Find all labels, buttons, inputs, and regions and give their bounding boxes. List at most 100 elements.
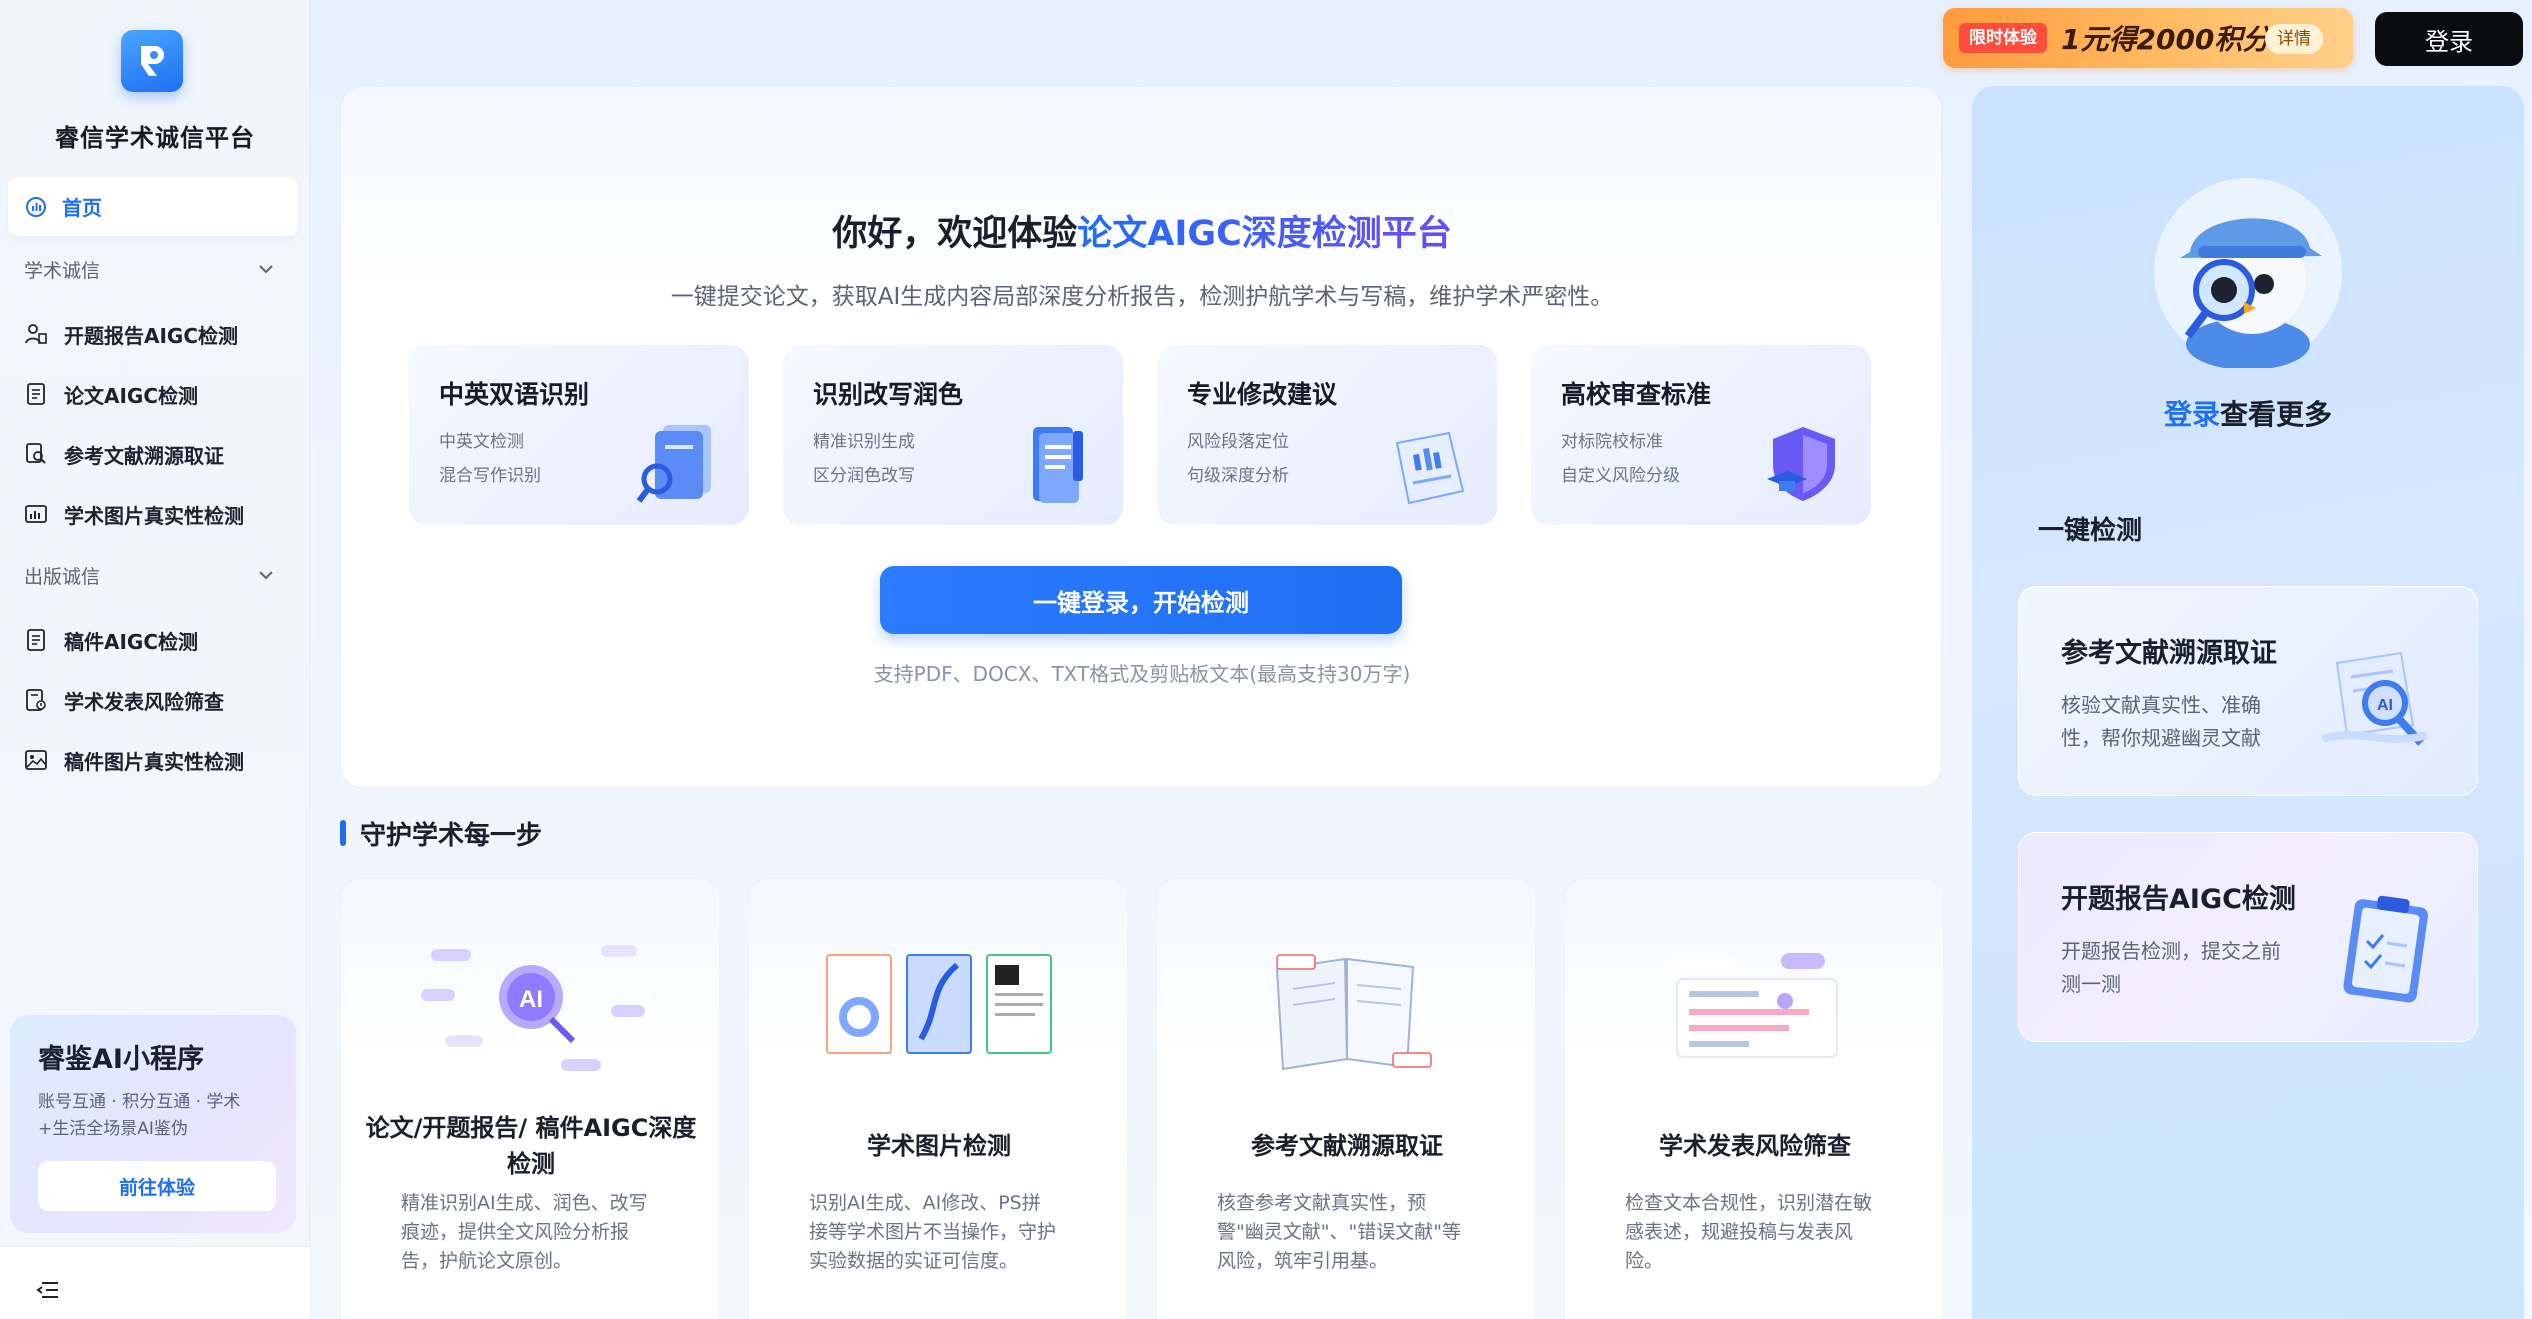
collapse-menu-icon[interactable] <box>36 1280 60 1300</box>
feature-line: 对标院校标准 <box>1561 432 1663 452</box>
feature-line: 风险段落定位 <box>1187 432 1289 452</box>
service-title: 参考文献溯源取证 <box>1251 1132 1443 1160</box>
service-desc: 核查参考文献真实性，预警"幽灵文献"、"错误文献"等风险，筑牢引用基。 <box>1217 1192 1461 1272</box>
document-stack-icon <box>1033 427 1083 503</box>
promo-text: 1元得2000积分 <box>2061 23 2271 56</box>
feature-card-bilingual: 中英双语识别 中英文检测 混合写作识别 <box>409 345 749 525</box>
hero-panel: 你好，欢迎体验论文AIGC深度检测平台 一键提交论文，获取AI生成内容局部深度分… <box>340 86 1942 788</box>
quick-card-desc: 开题报告检测，提交之前测一测 <box>2061 939 2281 996</box>
document-icon <box>27 383 45 405</box>
hero-subtitle: 一键提交论文，获取AI生成内容局部深度分析报告，检测护航学术与写稿，维护学术严密… <box>670 284 1614 310</box>
service-desc: 精准识别AI生成、润色、改写痕迹，提供全文风险分析报告，护航论文原创。 <box>401 1192 648 1272</box>
person-doc-icon <box>25 324 47 344</box>
mini-program-desc: 账号互通 · 积分互通 · 学术+生活全场景AI鉴伪 <box>38 1092 241 1139</box>
nav-group-label: 出版诚信 <box>24 565 101 588</box>
picture-icon <box>25 750 47 770</box>
quick-card-title: 参考文献溯源取证 <box>2061 638 2277 669</box>
open-book-illustration <box>1275 954 1432 1071</box>
dashboard-icon <box>26 196 46 217</box>
ai-magnifier-doc-icon: AI <box>2321 651 2429 746</box>
section-accent-bar <box>340 820 346 846</box>
service-desc: 检查文本合规性，识别潜在敏感表述，规避投稿与发表风险。 <box>1625 1192 1873 1272</box>
try-mini-program-button[interactable]: 前往体验 <box>38 1161 276 1211</box>
sidebar-item-reference-trace[interactable]: 参考文献溯源取证 <box>24 434 294 474</box>
sidebar-item-image-authenticity[interactable]: 学术图片真实性检测 <box>24 494 294 534</box>
sidebar-item-label: 稿件AIGC检测 <box>64 629 199 654</box>
detective-mascot-image <box>2154 178 2342 368</box>
feature-title: 专业修改建议 <box>1187 380 1338 409</box>
right-panel: 登录查看更多 一键检测 参考文献溯源取证 核验文献真实性、准确性，帮你规避幽灵文… <box>1972 86 2524 1319</box>
feature-title: 识别改写润色 <box>813 380 964 409</box>
service-card-aigc[interactable]: AI 论文/开题报告/ 稿件AIGC深度检测 精准识别AI生成、润色、改写痕迹，… <box>340 878 720 1319</box>
clipboard-report-icon <box>2343 895 2429 1003</box>
quick-card-desc: 核验文献真实性、准确性，帮你规避幽灵文献 <box>2061 693 2261 750</box>
sidebar-item-label: 学术发表风险筛查 <box>64 689 224 714</box>
feature-card-rewrite: 识别改写润色 精准识别生成 区分润色改写 <box>783 345 1123 525</box>
login-suffix: 查看更多 <box>2220 398 2333 431</box>
sidebar-item-manuscript-image[interactable]: 稿件图片真实性检测 <box>24 740 294 780</box>
feature-line: 句级深度分析 <box>1187 466 1289 486</box>
nav-group-publishing[interactable]: 出版诚信 <box>24 560 274 590</box>
sidebar-item-label: 首页 <box>62 196 102 220</box>
sidebar-item-proposal-aigc[interactable]: 开题报告AIGC检测 <box>24 314 294 354</box>
service-title: 学术发表风险筛查 <box>1659 1132 1851 1160</box>
feature-line: 混合写作识别 <box>439 466 541 486</box>
mini-program-title: 睿鉴AI小程序 <box>38 1044 204 1075</box>
brand-name: 睿信学术诚信平台 <box>55 124 255 152</box>
sidebar: 睿信学术诚信平台 首页 学术诚信 开题报告AIGC检测 论文AIGC检测 参考文… <box>0 0 310 1319</box>
sidebar-item-paper-aigc[interactable]: 论文AIGC检测 <box>24 374 294 414</box>
service-desc: 识别AI生成、AI修改、PS拼接等学术图片不当操作，守护实验数据的实证可信度。 <box>809 1192 1057 1272</box>
quick-card-proposal-aigc[interactable]: 开题报告AIGC检测 开题报告检测，提交之前测一测 <box>2018 832 2478 1042</box>
sidebar-item-home[interactable]: 首页 <box>8 177 298 236</box>
feature-card-standards: 高校审查标准 对标院校标准 自定义风险分级 <box>1531 345 1871 525</box>
sidebar-item-label: 学术图片真实性检测 <box>64 503 244 528</box>
feature-card-suggestions: 专业修改建议 风险段落定位 句级深度分析 <box>1157 345 1497 525</box>
chevron-down-icon <box>259 265 273 274</box>
nav-group-label: 学术诚信 <box>24 259 101 282</box>
document-icon <box>27 629 45 651</box>
service-card-reference[interactable]: 参考文献溯源取证 核查参考文献真实性，预警"幽灵文献"、"错误文献"等风险，筑牢… <box>1156 878 1536 1319</box>
science-images-illustration <box>826 954 1052 1054</box>
hero-title-prefix: 你好，欢迎体验 <box>832 214 1078 254</box>
sidebar-item-label: 论文AIGC检测 <box>64 383 199 408</box>
svg-text:AI: AI <box>519 986 543 1013</box>
shield-graduation-icon <box>1767 427 1835 501</box>
service-card-image-detection[interactable]: 学术图片检测 识别AI生成、AI修改、PS拼接等学术图片不当操作，守护实验数据的… <box>748 878 1128 1319</box>
risk-doc-icon <box>26 689 46 711</box>
service-card-publication-risk[interactable]: 学术发表风险筛查 检查文本合规性，识别潜在敏感表述，规避投稿与发表风险。 <box>1564 878 1944 1319</box>
trace-icon <box>26 443 46 464</box>
login-to-see-more: 登录查看更多 <box>1972 393 2524 433</box>
logo-r-icon <box>141 46 164 76</box>
upload-format-hint: 支持PDF、DOCX、TXT格式及剪贴板文本(最高支持30万字) <box>873 662 1411 686</box>
feature-line: 中英文检测 <box>439 432 524 452</box>
nav-group-academic[interactable]: 学术诚信 <box>24 254 274 284</box>
section-title-text: 守护学术每一步 <box>360 820 543 851</box>
promo-banner[interactable]: 限时体验 1元得2000积分 详情 <box>1943 8 2353 68</box>
quick-card-reference[interactable]: 参考文献溯源取证 核验文献真实性、准确性，帮你规避幽灵文献 AI <box>2018 586 2478 796</box>
sidebar-item-label: 参考文献溯源取证 <box>64 443 224 468</box>
section-title: 守护学术每一步 <box>340 818 542 851</box>
feature-line: 区分润色改写 <box>813 466 915 486</box>
login-link[interactable]: 登录 <box>2164 398 2220 431</box>
login-and-start-button[interactable]: 一键登录，开始检测 <box>880 566 1402 634</box>
bilingual-books-icon <box>636 425 711 503</box>
quick-card-title: 开题报告AIGC检测 <box>2061 884 2296 915</box>
chevron-down-icon <box>259 571 273 580</box>
image-chart-icon <box>25 505 47 523</box>
hero-title: 你好，欢迎体验论文AIGC深度检测平台 <box>341 205 1943 256</box>
service-title: 学术图片检测 <box>867 1132 1011 1160</box>
feature-title: 高校审查标准 <box>1561 380 1712 409</box>
login-button[interactable]: 登录 <box>2375 12 2523 66</box>
app-logo[interactable] <box>121 30 183 92</box>
service-title: 论文/开题报告/ 稿件AIGC深度检测 <box>365 1114 697 1178</box>
mini-program-card: 睿鉴AI小程序 账号互通 · 积分互通 · 学术+生活全场景AI鉴伪 前往体验 <box>10 1015 296 1233</box>
sidebar-item-publication-risk[interactable]: 学术发表风险筛查 <box>24 680 294 720</box>
text-compliance-illustration <box>1671 953 1838 1058</box>
sidebar-item-manuscript-aigc[interactable]: 稿件AIGC检测 <box>24 620 294 660</box>
promo-details-link[interactable]: 详情 <box>2265 24 2323 54</box>
feature-title: 中英双语识别 <box>439 380 590 409</box>
feature-line: 精准识别生成 <box>813 432 915 452</box>
quick-detect-title: 一键检测 <box>2038 516 2143 546</box>
sidebar-item-label: 稿件图片真实性检测 <box>64 749 244 774</box>
svg-text:AI: AI <box>2377 697 2393 714</box>
